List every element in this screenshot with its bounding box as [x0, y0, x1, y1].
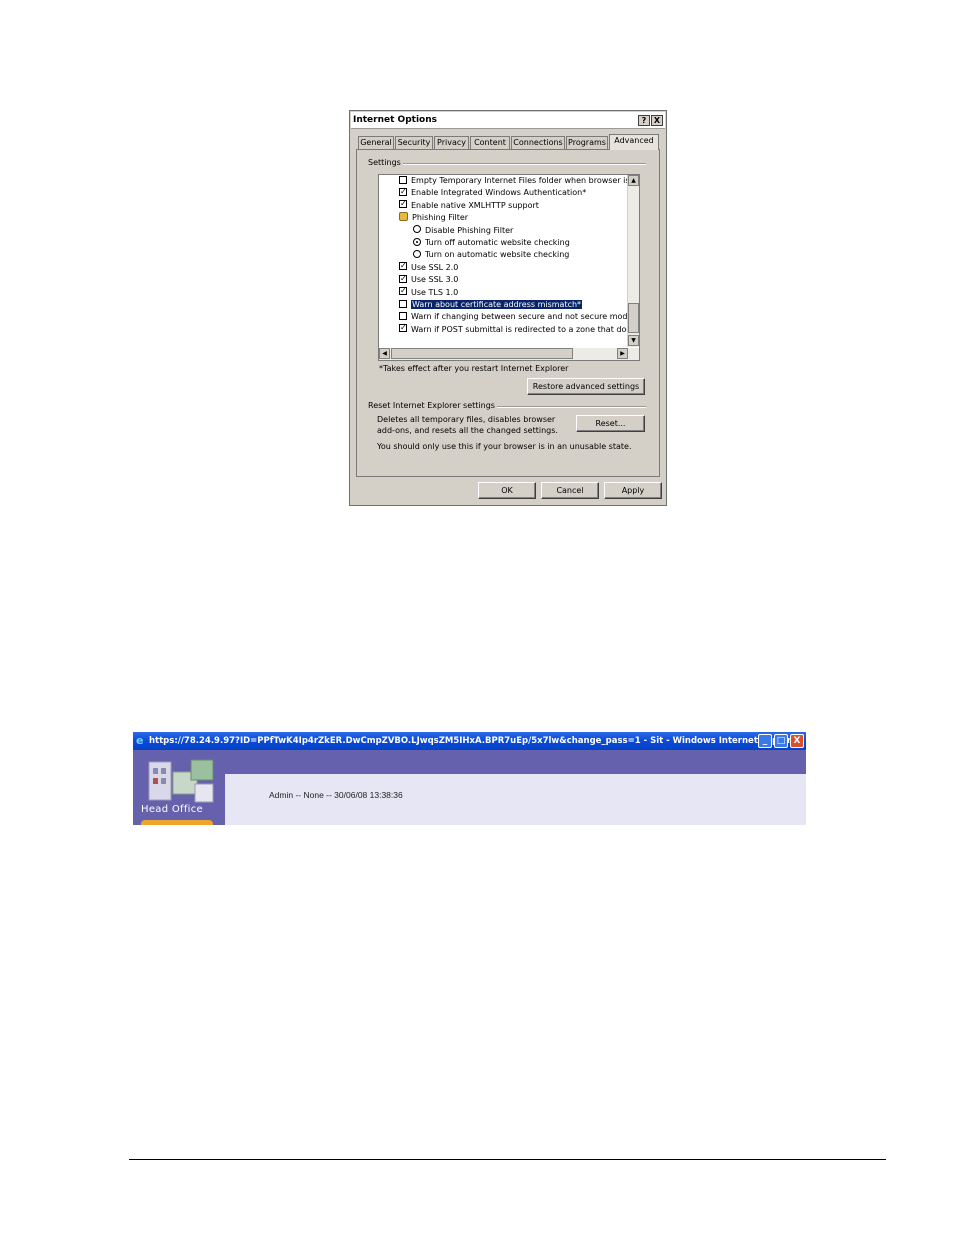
vertical-scroll-thumb[interactable]: [628, 303, 639, 333]
head-office-logo-icon: [148, 759, 214, 803]
radio-unselected-icon[interactable]: [413, 225, 421, 234]
settings-item-label: Use TLS 1.0: [411, 287, 459, 297]
horizontal-scrollbar[interactable]: ◀ ▶: [379, 348, 639, 360]
scroll-up-icon[interactable]: ▲: [628, 175, 639, 186]
window-close-button[interactable]: X: [790, 734, 804, 748]
checkbox-checked-icon[interactable]: ✓: [399, 274, 407, 283]
settings-item-label: Turn on automatic website checking: [425, 250, 570, 260]
settings-item-label: Warn if POST submittal is redirected to …: [411, 324, 640, 334]
restart-note: *Takes effect after you restart Internet…: [379, 364, 569, 373]
ok-button[interactable]: OK: [478, 482, 536, 499]
restore-advanced-settings-button[interactable]: Restore advanced settings: [527, 378, 645, 395]
close-button[interactable]: X: [651, 115, 663, 126]
reset-button[interactable]: Reset...: [576, 415, 645, 432]
checkbox-checked-icon[interactable]: ✓: [399, 262, 407, 271]
settings-item-label: Warn about certificate address mismatch*: [411, 300, 583, 309]
settings-item-label: Use SSL 2.0: [411, 262, 459, 272]
scroll-down-icon[interactable]: ▼: [628, 335, 639, 346]
settings-list[interactable]: Empty Temporary Internet Files folder wh…: [378, 174, 640, 361]
settings-item-label: Empty Temporary Internet Files folder wh…: [411, 176, 640, 185]
unusable-note: You should only use this if your browser…: [377, 442, 632, 451]
user-status-line: Admin -- None -- 30/06/08 13:38:36: [269, 790, 403, 800]
tab-programs[interactable]: Programs: [566, 136, 608, 149]
checkbox-checked-icon[interactable]: ✓: [399, 324, 407, 333]
settings-item-label: Phishing Filter: [412, 213, 469, 223]
internet-options-dialog: Internet Options ? X General Security Pr…: [349, 110, 667, 506]
tab-advanced[interactable]: Advanced: [609, 134, 659, 150]
settings-list-item[interactable]: ✓ Warn if POST submittal is redirected to…: [399, 324, 640, 336]
tab-general[interactable]: General: [358, 136, 394, 149]
settings-list-item[interactable]: Disable Phishing Filter: [413, 225, 513, 237]
vertical-scrollbar[interactable]: ▲ ▼: [627, 175, 639, 347]
minimize-button[interactable]: _: [758, 734, 772, 748]
settings-item-label: Enable Integrated Windows Authentication…: [411, 188, 587, 198]
settings-list-item[interactable]: ✓ Use SSL 2.0: [399, 262, 458, 274]
checkbox-unchecked-icon[interactable]: [399, 299, 407, 308]
checkbox-checked-icon[interactable]: ✓: [399, 187, 407, 196]
settings-list-item[interactable]: Warn about certificate address mismatch*: [399, 299, 583, 311]
maximize-button[interactable]: □: [774, 734, 788, 748]
ie-sidebar: Head Office: [133, 750, 225, 825]
checkbox-checked-icon[interactable]: ✓: [399, 200, 407, 209]
settings-item-label: Use SSL 3.0: [411, 275, 459, 285]
tab-privacy[interactable]: Privacy: [434, 136, 469, 149]
radio-unselected-icon[interactable]: [413, 249, 421, 258]
ie-header-bar: [223, 750, 806, 774]
tab-content[interactable]: Content: [470, 136, 510, 149]
reset-description-line-2: add-ons, and resets all the changed sett…: [377, 426, 558, 435]
checkbox-unchecked-icon[interactable]: [399, 175, 407, 184]
ie-window-title: https://78.24.9.97?ID=PPfTwK4Ip4rZkER.Dw…: [149, 736, 802, 746]
settings-item-label: Turn off automatic website checking: [425, 238, 570, 247]
settings-list-item[interactable]: ✓ Use TLS 1.0: [399, 287, 458, 299]
reset-description-line-1: Deletes all temporary files, disables br…: [377, 415, 556, 424]
reset-group-line: [490, 406, 646, 408]
apply-button[interactable]: Apply: [604, 482, 662, 499]
settings-group-label: Settings: [366, 158, 403, 167]
settings-item-label: Disable Phishing Filter: [425, 225, 514, 235]
reset-group-label: Reset Internet Explorer settings: [366, 401, 497, 410]
ie-logo-icon: e: [136, 734, 144, 747]
settings-list-item[interactable]: Warn if changing between secure and not …: [399, 311, 632, 323]
footer-rule: [129, 1159, 886, 1160]
menu-tab[interactable]: [141, 820, 213, 825]
checkbox-unchecked-icon[interactable]: [399, 311, 407, 320]
settings-list-item[interactable]: Empty Temporary Internet Files folder wh…: [399, 175, 640, 187]
settings-list-item[interactable]: ✓ Enable Integrated Windows Authenticatio…: [399, 187, 586, 199]
settings-list-item[interactable]: ✓ Enable native XMLHTTP support: [399, 200, 539, 212]
settings-list-item[interactable]: ✓ Use SSL 3.0: [399, 274, 458, 286]
settings-item-label: Enable native XMLHTTP support: [411, 200, 539, 210]
ie-title-bar: e https://78.24.9.97?ID=PPfTwK4Ip4rZkER.…: [133, 732, 806, 750]
settings-list-item[interactable]: Phishing Filter: [399, 212, 468, 224]
radio-selected-icon[interactable]: [413, 237, 421, 246]
settings-list-item[interactable]: Turn off automatic website checking: [413, 237, 570, 249]
head-office-label: Head Office: [141, 804, 203, 815]
checkbox-checked-icon[interactable]: ✓: [399, 287, 407, 296]
help-button[interactable]: ?: [638, 115, 650, 126]
scroll-right-icon[interactable]: ▶: [617, 348, 628, 359]
horizontal-scroll-thumb[interactable]: [391, 348, 573, 359]
settings-item-label: Warn if changing between secure and not …: [411, 312, 633, 322]
tab-connections[interactable]: Connections: [511, 136, 565, 149]
scroll-left-icon[interactable]: ◀: [379, 348, 390, 359]
dialog-title: Internet Options: [353, 115, 437, 125]
cancel-button[interactable]: Cancel: [541, 482, 599, 499]
tab-security[interactable]: Security: [395, 136, 433, 149]
dialog-title-bar: Internet Options ? X: [351, 112, 665, 129]
lock-shield-icon: [399, 212, 408, 222]
settings-group-line: [402, 163, 646, 165]
settings-list-item[interactable]: Turn on automatic website checking: [413, 249, 569, 261]
ie-window: e https://78.24.9.97?ID=PPfTwK4Ip4rZkER.…: [133, 732, 806, 825]
